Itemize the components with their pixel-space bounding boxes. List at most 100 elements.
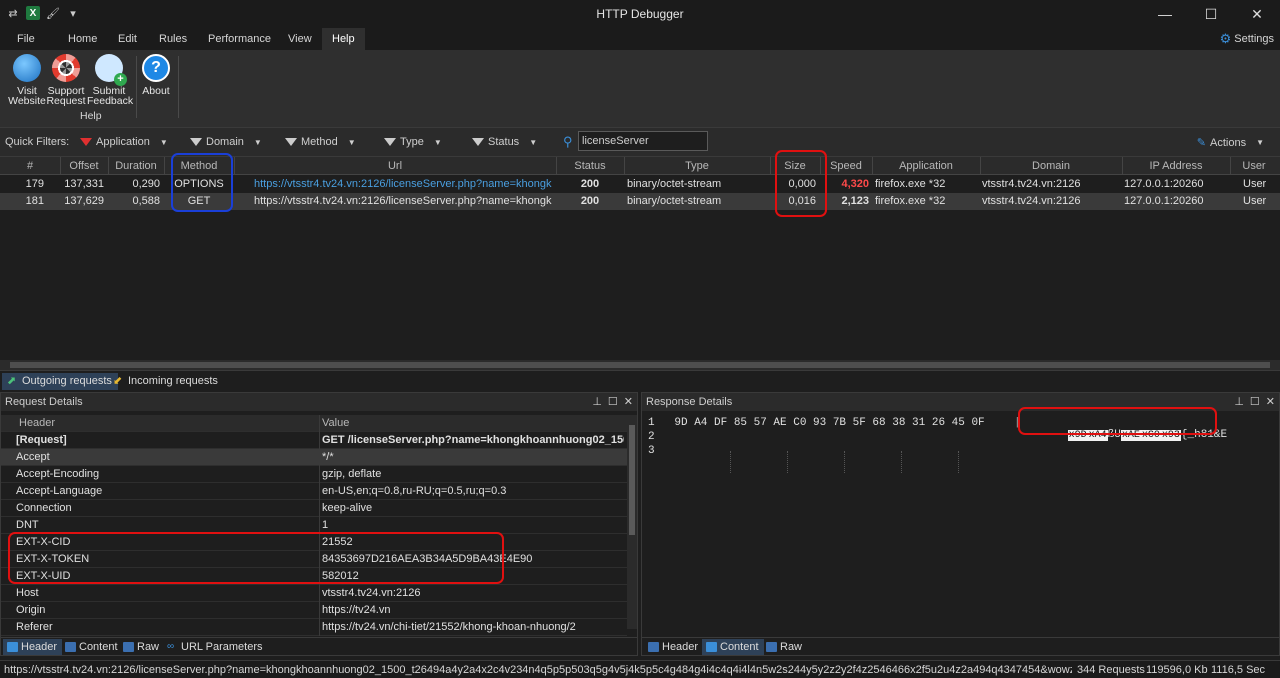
- close-icon[interactable]: ✕: [624, 393, 633, 411]
- table-row[interactable]: DNT 1: [1, 517, 627, 534]
- cell-duration: 0,588: [132, 195, 160, 207]
- col-method[interactable]: Method: [164, 160, 234, 172]
- table-row[interactable]: Referer https://tv24.vn/chi-tiet/21552/kh…: [1, 619, 627, 636]
- status-bar: https://vtsstr4.tv24.vn:2126/licenseServ…: [0, 660, 1280, 678]
- col-domain[interactable]: Domain: [980, 160, 1122, 172]
- tab-home[interactable]: Home: [58, 28, 107, 50]
- header-icon: [648, 642, 659, 652]
- tab-content[interactable]: Content: [61, 639, 123, 655]
- tab-edit[interactable]: Edit: [108, 28, 147, 50]
- pin-icon[interactable]: ⊥: [1234, 393, 1244, 411]
- scrollbar-thumb[interactable]: [10, 362, 1270, 368]
- col-num[interactable]: #: [0, 160, 60, 172]
- cell-ip: 127.0.0.1:20260: [1124, 178, 1204, 190]
- actions-label: Actions: [1210, 136, 1247, 149]
- close-icon[interactable]: ✕: [1266, 393, 1275, 411]
- window-icon[interactable]: ☐: [1250, 393, 1260, 411]
- request-detail-tabs: Header Content Raw ∞ URL Parameters: [1, 637, 637, 655]
- table-row[interactable]: 181 137,629 0,588 GET https://vtsstr4.tv…: [0, 193, 1280, 210]
- col-header[interactable]: Header: [19, 417, 55, 429]
- cell-url: https://vtsstr4.tv24.vn:2126/licenseServ…: [254, 195, 552, 207]
- scrollbar-thumb[interactable]: [629, 425, 635, 535]
- col-application[interactable]: Application: [872, 160, 980, 172]
- content-icon: [706, 642, 717, 652]
- table-row[interactable]: Host vtsstr4.tv24.vn:2126: [1, 585, 627, 602]
- grid-horizontal-scrollbar[interactable]: [0, 360, 1280, 370]
- actions-button[interactable]: ✎ Actions ▼: [1197, 136, 1264, 150]
- col-duration[interactable]: Duration: [108, 160, 164, 172]
- table-row[interactable]: EXT-X-UID 582012: [1, 568, 627, 585]
- filter-domain[interactable]: Domain ▼: [190, 136, 262, 148]
- filter-method[interactable]: Method ▼: [285, 136, 356, 148]
- maximize-button[interactable]: ☐: [1188, 0, 1234, 28]
- support-request-button[interactable]: Support Request: [46, 54, 86, 106]
- hex-viewer[interactable]: 1 9D A4 DF 85 57 AE C0 93 7B 5F 68 38 31…: [642, 415, 1278, 635]
- tab-url-parameters-label: URL Parameters: [181, 641, 263, 653]
- settings-button[interactable]: ⚙ Settings: [1220, 31, 1274, 47]
- tab-incoming-label: Incoming requests: [128, 375, 218, 387]
- filter-method-label: Method: [301, 136, 338, 148]
- table-row[interactable]: EXT-X-CID 21552: [1, 534, 627, 551]
- table-row[interactable]: Origin https://tv24.vn: [1, 602, 627, 619]
- tab-rules[interactable]: Rules: [149, 28, 197, 50]
- table-row[interactable]: Accept-Language en-US,en;q=0.8,ru-RU;q=0.…: [1, 483, 627, 500]
- incoming-icon: ⬋: [113, 375, 123, 387]
- tab-view[interactable]: View: [278, 28, 322, 50]
- tab-performance[interactable]: Performance: [198, 28, 281, 50]
- tab-raw-label: Raw: [137, 641, 160, 653]
- filter-status[interactable]: Status ▼: [472, 136, 537, 148]
- funnel-icon: [384, 138, 396, 146]
- table-row[interactable]: EXT-X-TOKEN 84353697D216AEA3B34A5D9BA43E4…: [1, 551, 627, 568]
- title-bar: ⇄ X 🖌 ▾ HTTP Debugger — ☐ ✕: [0, 0, 1280, 28]
- table-row[interactable]: Connection keep-alive: [1, 500, 627, 517]
- col-url[interactable]: Url: [234, 160, 556, 172]
- tab-file[interactable]: File: [7, 28, 45, 50]
- tab-content[interactable]: Content: [702, 639, 764, 655]
- filter-application[interactable]: Application ▼: [80, 136, 168, 148]
- col-size[interactable]: Size: [770, 160, 820, 172]
- headers-vertical-scrollbar[interactable]: [627, 415, 637, 629]
- ascii-byte: xC0: [1140, 430, 1161, 441]
- visit-website-button[interactable]: Visit Website: [6, 54, 48, 106]
- requests-grid: # Offset Duration Method Url Status Type…: [0, 156, 1280, 370]
- filter-application-label: Application: [96, 136, 150, 148]
- table-row[interactable]: [Request] GET /licenseServer.php?name=kho…: [1, 432, 627, 449]
- tab-header[interactable]: Header: [3, 639, 63, 655]
- tab-help[interactable]: Help: [322, 28, 365, 50]
- visit-website-label: Visit Website: [8, 85, 46, 107]
- header-key: Referer: [16, 621, 53, 633]
- window-icon[interactable]: ☐: [608, 393, 618, 411]
- submit-feedback-button[interactable]: Submit Feedback: [87, 54, 133, 106]
- col-offset[interactable]: Offset: [60, 160, 108, 172]
- help-icon: ?: [142, 54, 170, 82]
- ascii-column: x9D xA4ßUxAE xC0 x93{_h81&E: [1028, 417, 1227, 453]
- table-row[interactable]: 179 137,331 0,290 OPTIONS https://vtsstr…: [0, 176, 1280, 193]
- tab-content-label: Content: [720, 641, 759, 653]
- tab-incoming-requests[interactable]: ⬋ Incoming requests: [108, 373, 224, 390]
- about-button[interactable]: ? About: [140, 54, 172, 96]
- close-button[interactable]: ✕: [1234, 0, 1280, 28]
- minimize-button[interactable]: —: [1142, 0, 1188, 28]
- col-value[interactable]: Value: [322, 417, 624, 429]
- filter-type[interactable]: Type ▼: [384, 136, 442, 148]
- support-request-label: Support Request: [46, 85, 86, 107]
- col-ip-address[interactable]: IP Address: [1122, 160, 1230, 172]
- tab-raw[interactable]: Raw: [119, 639, 164, 655]
- col-type[interactable]: Type: [624, 160, 770, 172]
- ascii-byte: xA4: [1087, 430, 1108, 441]
- tab-header-label: Header: [21, 641, 58, 653]
- tab-url-parameters[interactable]: ∞ URL Parameters: [163, 639, 268, 655]
- tab-header[interactable]: Header: [644, 639, 703, 655]
- cell-domain: vtsstr4.tv24.vn:2126: [982, 178, 1081, 190]
- search-input[interactable]: [578, 131, 708, 151]
- col-user[interactable]: User: [1230, 160, 1278, 172]
- tab-outgoing-requests[interactable]: ⬈ Outgoing requests: [2, 373, 118, 390]
- table-row[interactable]: Accept-Encoding gzip, deflate: [1, 466, 627, 483]
- cell-application: firefox.exe *32: [875, 195, 946, 207]
- pin-icon[interactable]: ⊥: [592, 393, 602, 411]
- table-row[interactable]: Accept */*: [1, 449, 627, 466]
- col-speed[interactable]: Speed: [820, 160, 872, 172]
- tab-raw[interactable]: Raw: [762, 639, 807, 655]
- request-details-label: Request Details: [5, 396, 83, 408]
- col-status[interactable]: Status: [556, 160, 624, 172]
